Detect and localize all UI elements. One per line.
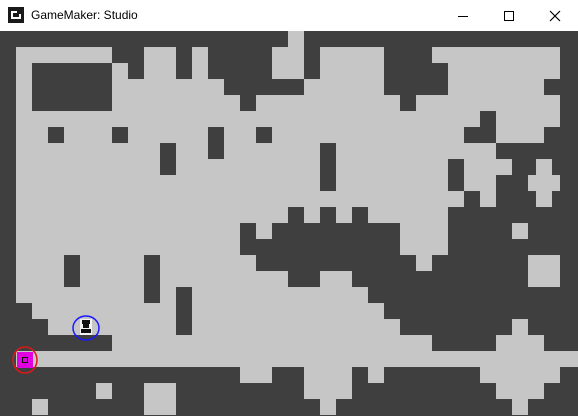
game-view[interactable] xyxy=(0,31,578,416)
close-icon xyxy=(549,10,561,21)
window-title: GameMaker: Studio xyxy=(31,8,138,22)
gamemaker-window: GameMaker: Studio xyxy=(0,0,578,416)
maximize-icon xyxy=(504,10,514,21)
gamemaker-app-icon xyxy=(8,7,24,23)
minimize-button[interactable] xyxy=(440,0,486,31)
minimize-icon xyxy=(458,15,468,17)
maximize-button[interactable] xyxy=(486,0,532,31)
close-button[interactable] xyxy=(532,0,578,31)
title-bar[interactable]: GameMaker: Studio xyxy=(0,0,578,32)
